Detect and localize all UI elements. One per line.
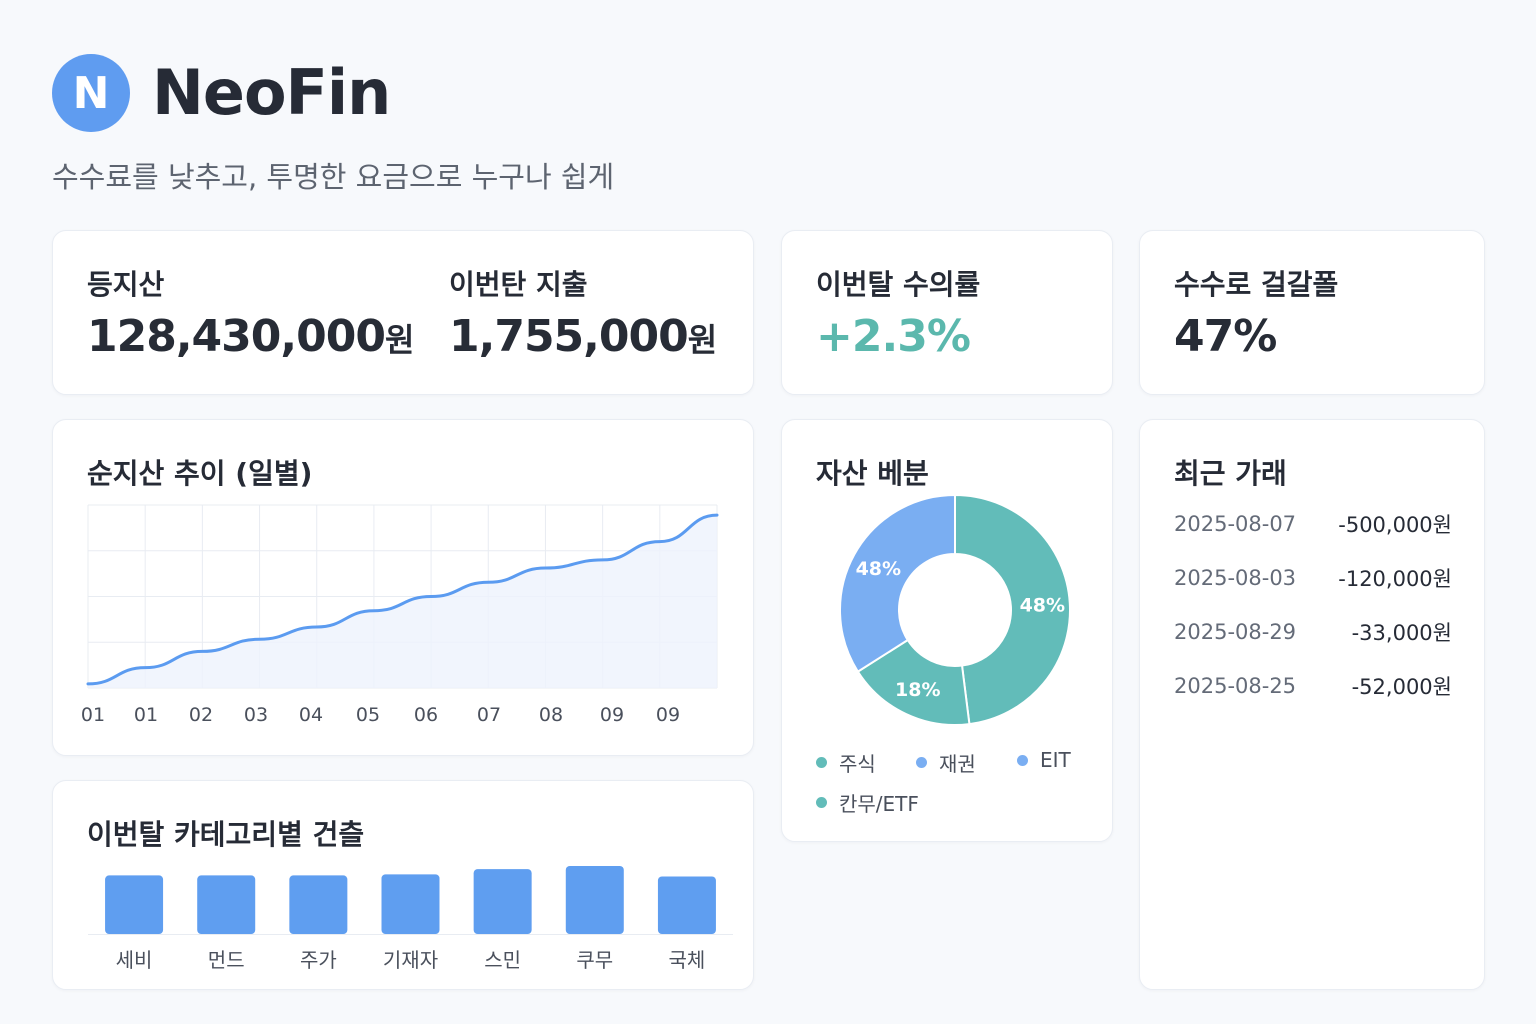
category-label: 국체 <box>669 948 706 972</box>
category-bar <box>289 875 348 934</box>
legend-item-stocks: 주식 <box>816 748 876 777</box>
legend-item-bonds: 재권 <box>916 748 976 777</box>
legend-dot <box>816 757 827 768</box>
transaction-amount: -33,000원 <box>1351 621 1452 645</box>
legend-item-eit: EIT <box>1017 748 1071 772</box>
legend-dot <box>916 757 927 768</box>
x-tick-label: 09 <box>600 704 624 726</box>
total-assets-amount: 128,430,000 <box>87 311 386 362</box>
transaction-amount: -500,000원 <box>1338 513 1452 537</box>
net-worth-chart-card: 순지산 추이 (일별) 01 01 02 03 04 05 06 07 08 09 09 <box>52 419 754 756</box>
slice-label: 18% <box>895 679 940 701</box>
transaction-row[interactable]: 2025-08-03 -120,000원 <box>1174 563 1452 593</box>
category-spend-card: 이번탈 카테고리볕 건츨 세비 먼드 주가 기재자 스민 쿠무 국체 <box>52 780 754 990</box>
legend-label: EIT <box>1040 748 1071 772</box>
category-label: 먼드 <box>208 948 245 972</box>
x-tick-label: 03 <box>244 704 268 726</box>
x-tick-label: 09 <box>656 704 680 726</box>
x-tick-label: 02 <box>189 704 213 726</box>
monthly-spend-unit: 원 <box>687 321 718 359</box>
net-worth-area <box>88 515 717 688</box>
x-tick-label: 08 <box>539 704 563 726</box>
category-bar <box>197 875 256 934</box>
logo-icon: N <box>52 54 130 132</box>
total-assets-value: 128,430,000원 <box>87 311 414 362</box>
legend-dot <box>1017 754 1028 766</box>
fee-savings-label: 수수로 걸갈폴 <box>1174 268 1339 301</box>
x-tick-label: 01 <box>81 704 105 726</box>
total-assets-unit: 원 <box>384 321 415 359</box>
slice-label: 48% <box>1020 595 1065 617</box>
transaction-row[interactable]: 2025-08-07 -500,000원 <box>1174 509 1452 539</box>
category-bar <box>657 876 716 934</box>
tagline: 수수료를 낮추고, 투명한 요금으로 누구나 쉽게 <box>52 160 615 194</box>
monthly-spend-label: 이번탄 지출 <box>449 268 588 301</box>
logo-letter: N <box>72 67 110 119</box>
asset-allocation-card: 자산 베분 48% 18% 48% 주식 재권 EIT 칸무/ETF <box>781 419 1113 842</box>
category-bar <box>381 874 440 934</box>
monthly-spend-amount: 1,755,000 <box>449 311 689 362</box>
slice-label: 48% <box>856 558 901 580</box>
transaction-date: 2025-08-25 <box>1174 674 1297 698</box>
category-label: 쿠무 <box>576 948 613 972</box>
recent-transactions-title: 최근 가래 <box>1174 457 1287 490</box>
donut-slice <box>839 493 956 674</box>
legend-label: 주식 <box>839 752 876 776</box>
assets-spend-card: 등지산 128,430,000원 이번탄 지출 1,755,000원 <box>52 230 754 395</box>
category-bar <box>105 875 164 934</box>
x-tick-label: 01 <box>134 704 158 726</box>
category-label: 기재자 <box>383 948 438 972</box>
category-spend-bar-chart: 세비 먼드 주가 기재자 스민 쿠무 국체 <box>88 866 733 972</box>
category-bar <box>565 866 624 934</box>
transaction-date: 2025-08-07 <box>1174 512 1297 536</box>
transaction-date: 2025-08-03 <box>1174 566 1297 590</box>
fee-savings-value: 47% <box>1174 311 1277 362</box>
monthly-spend-value: 1,755,000원 <box>449 311 717 362</box>
legend-label: 재권 <box>939 752 976 776</box>
x-tick-label: 04 <box>299 704 323 726</box>
legend-dot <box>816 797 827 808</box>
category-bar <box>473 869 532 934</box>
category-label: 세비 <box>116 948 153 972</box>
x-tick-label: 06 <box>414 704 438 726</box>
brand-name: NeoFin <box>152 56 391 129</box>
net-worth-line-chart: 01 01 02 03 04 05 06 07 08 09 09 <box>81 504 719 726</box>
total-assets-label: 등지산 <box>87 268 165 301</box>
x-tick-label: 07 <box>477 704 501 726</box>
legend-item-etf: 칸무/ETF <box>816 788 919 817</box>
recent-transactions-card: 최근 가래 2025-08-07 -500,000원 2025-08-03 -1… <box>1139 419 1485 990</box>
transaction-amount: -52,000원 <box>1351 675 1452 699</box>
transaction-date: 2025-08-29 <box>1174 620 1297 644</box>
transaction-row[interactable]: 2025-08-29 -33,000원 <box>1174 617 1452 647</box>
monthly-return-label: 이번탈 수의률 <box>816 268 981 301</box>
asset-allocation-donut: 48% 18% 48% <box>839 493 1071 726</box>
x-tick-label: 05 <box>356 704 380 726</box>
monthly-return-card: 이번탈 수의률 +2.3% <box>781 230 1113 395</box>
transaction-amount: -120,000원 <box>1338 567 1452 591</box>
fee-savings-card: 수수로 걸갈폴 47% <box>1139 230 1485 395</box>
legend-label: 칸무/ETF <box>839 792 919 816</box>
category-label: 스민 <box>484 948 521 972</box>
transaction-row[interactable]: 2025-08-25 -52,000원 <box>1174 671 1452 701</box>
monthly-return-value: +2.3% <box>816 311 971 362</box>
category-label: 주가 <box>300 948 337 972</box>
